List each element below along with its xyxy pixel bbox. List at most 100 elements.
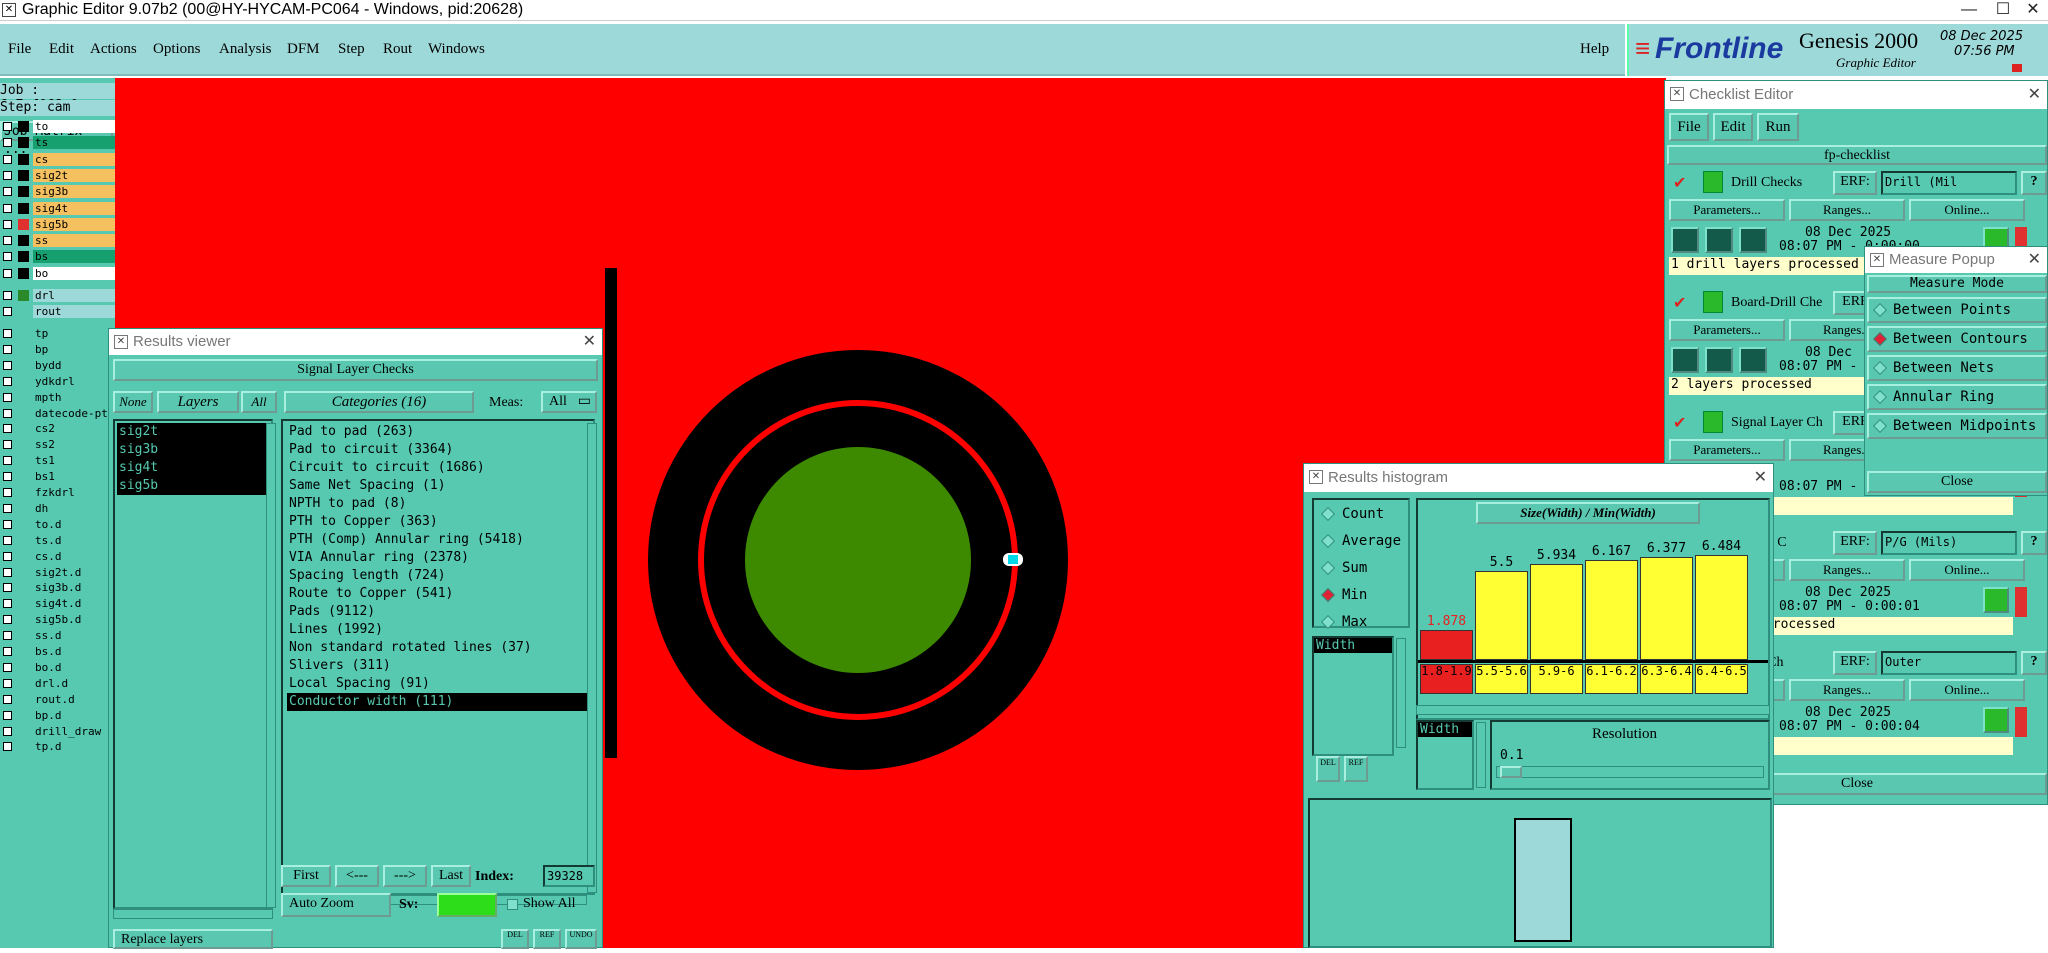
category-item[interactable]: Same Net Spacing (1): [287, 477, 591, 495]
category-list-scrollbar[interactable]: [587, 423, 597, 893]
misc-layer-row[interactable]: rout.d: [0, 692, 115, 707]
layer-row[interactable]: sig4t: [0, 201, 115, 216]
layer-checkbox[interactable]: [3, 551, 12, 561]
misc-layer-row[interactable]: dh: [0, 501, 115, 516]
layer-row[interactable]: ss: [0, 234, 115, 248]
layer-hscrollbar[interactable]: [113, 909, 273, 919]
resolution-slider[interactable]: [1496, 766, 1764, 778]
menu-windows[interactable]: Windows: [428, 41, 485, 58]
layer-checkbox[interactable]: [3, 344, 12, 354]
category-item[interactable]: NPTH to pad (8): [287, 495, 591, 513]
layer-name[interactable]: tp: [33, 327, 115, 340]
layers-button[interactable]: Layers: [157, 391, 239, 413]
menu-dfm[interactable]: DFM: [287, 41, 320, 58]
meas-dropdown[interactable]: All ▭: [541, 391, 597, 413]
layer-name[interactable]: ydkdrl: [33, 374, 115, 388]
layer-name[interactable]: sig2t.d: [33, 565, 115, 579]
x-field-list[interactable]: Width: [1416, 720, 1474, 790]
results-layer-item[interactable]: sig3b: [117, 441, 269, 459]
parameters-button[interactable]: Parameters...: [1669, 319, 1785, 341]
histogram-del-button[interactable]: DEL: [1316, 756, 1340, 782]
layer-name[interactable]: cs2: [33, 422, 115, 436]
layer-checkbox[interactable]: [3, 329, 12, 338]
action-name[interactable]: Drill Checks: [1731, 175, 1802, 191]
layer-name[interactable]: bs1: [33, 470, 115, 484]
field-list[interactable]: Width: [1312, 636, 1394, 756]
layer-checkbox[interactable]: [3, 424, 12, 434]
category-item[interactable]: Spacing length (724): [287, 567, 591, 585]
misc-layer-row[interactable]: tp.d: [0, 740, 115, 754]
histogram-bar[interactable]: [1640, 557, 1693, 660]
layer-row[interactable]: bs: [0, 250, 115, 264]
ref-button[interactable]: REF: [533, 929, 561, 949]
drill-layer-row[interactable]: drl: [0, 289, 115, 303]
layer-checkbox[interactable]: [3, 376, 12, 386]
drill-layer-row[interactable]: rout: [0, 305, 115, 319]
close-button[interactable]: ✕: [2016, 0, 2048, 21]
online-button[interactable]: Online...: [1909, 679, 2025, 701]
menu-file[interactable]: File: [8, 41, 31, 58]
layer-row[interactable]: sig3b: [0, 185, 115, 199]
misc-layer-row[interactable]: bo.d: [0, 660, 115, 675]
layer-checkbox[interactable]: [3, 236, 12, 246]
layer-name[interactable]: bo: [33, 266, 115, 280]
run-action-icon[interactable]: [1671, 227, 1699, 253]
erf-button[interactable]: ERF:: [1833, 651, 1877, 675]
measure-mode-option[interactable]: Between Midpoints: [1867, 413, 2047, 439]
layer-checkbox[interactable]: [3, 203, 12, 213]
misc-layer-row[interactable]: ss2: [0, 438, 115, 452]
layer-name[interactable]: bp.d: [33, 708, 115, 722]
layer-row[interactable]: sig2t: [0, 168, 115, 183]
histogram-close-icon[interactable]: ✕: [1754, 464, 1767, 492]
category-item[interactable]: Pads (9112): [287, 603, 591, 621]
layer-checkbox[interactable]: [3, 488, 12, 497]
layer-name[interactable]: datecode-pt: [33, 406, 115, 420]
auto-zoom-dropdown[interactable]: Auto Zoom: [281, 893, 391, 917]
online-button[interactable]: Online...: [1909, 199, 2025, 221]
layer-row[interactable]: sig5b: [0, 217, 115, 232]
layer-name[interactable]: ts1: [33, 454, 115, 468]
category-item[interactable]: Local Spacing (91): [287, 675, 591, 693]
category-item[interactable]: Route to Copper (541): [287, 585, 591, 603]
category-item[interactable]: Conductor width (111): [287, 693, 591, 711]
online-button[interactable]: Online...: [1909, 559, 2025, 581]
layer-name[interactable]: sig2t: [33, 168, 115, 182]
histogram-bar[interactable]: [1695, 555, 1748, 660]
layer-checkbox[interactable]: [3, 678, 12, 688]
category-item[interactable]: Pad to pad (263): [287, 423, 591, 441]
measure-close-button[interactable]: Close: [1867, 471, 2047, 493]
minimize-button[interactable]: —: [1952, 0, 1986, 21]
layer-name[interactable]: ss: [33, 234, 115, 248]
run-action-icon[interactable]: [1739, 227, 1767, 253]
menu-actions[interactable]: Actions: [90, 41, 137, 58]
misc-layer-row[interactable]: cs.d: [0, 549, 115, 564]
layer-checkbox[interactable]: [3, 567, 12, 577]
checklist-menu-edit[interactable]: Edit: [1713, 113, 1753, 141]
histogram-bar[interactable]: [1475, 571, 1528, 660]
layer-row[interactable]: ts: [0, 136, 115, 150]
x-field-width[interactable]: Width: [1418, 722, 1472, 737]
menu-step[interactable]: Step: [338, 41, 365, 58]
layer-name[interactable]: sig4t.d: [33, 597, 115, 611]
checklist-menu-run[interactable]: Run: [1757, 113, 1799, 141]
histogram-bar[interactable]: [1585, 560, 1638, 660]
stat-option[interactable]: Count: [1318, 504, 1408, 526]
histogram-ref-button[interactable]: REF: [1344, 756, 1368, 782]
results-layer-item[interactable]: sig4t: [117, 459, 269, 477]
layer-name[interactable]: ss.d: [33, 629, 115, 643]
layer-name[interactable]: dh: [33, 501, 115, 515]
layer-name[interactable]: drl: [33, 289, 115, 302]
category-item[interactable]: PTH to Copper (363): [287, 513, 591, 531]
measure-mode-option[interactable]: Between Nets: [1867, 355, 2047, 381]
checklist-menu-file[interactable]: File: [1669, 113, 1709, 141]
misc-layer-row[interactable]: bydd: [0, 358, 115, 373]
help-button[interactable]: ?: [2021, 531, 2047, 555]
histogram-bar[interactable]: [1420, 630, 1473, 660]
misc-layer-row[interactable]: bs.d: [0, 645, 115, 659]
misc-layer-row[interactable]: ts.d: [0, 533, 115, 548]
misc-layer-row[interactable]: ts1: [0, 454, 115, 468]
layer-name[interactable]: ss2: [33, 438, 115, 452]
run-action-icon[interactable]: [1739, 347, 1767, 373]
menu-edit[interactable]: Edit: [49, 41, 74, 58]
misc-layer-row[interactable]: sig2t.d: [0, 565, 115, 580]
